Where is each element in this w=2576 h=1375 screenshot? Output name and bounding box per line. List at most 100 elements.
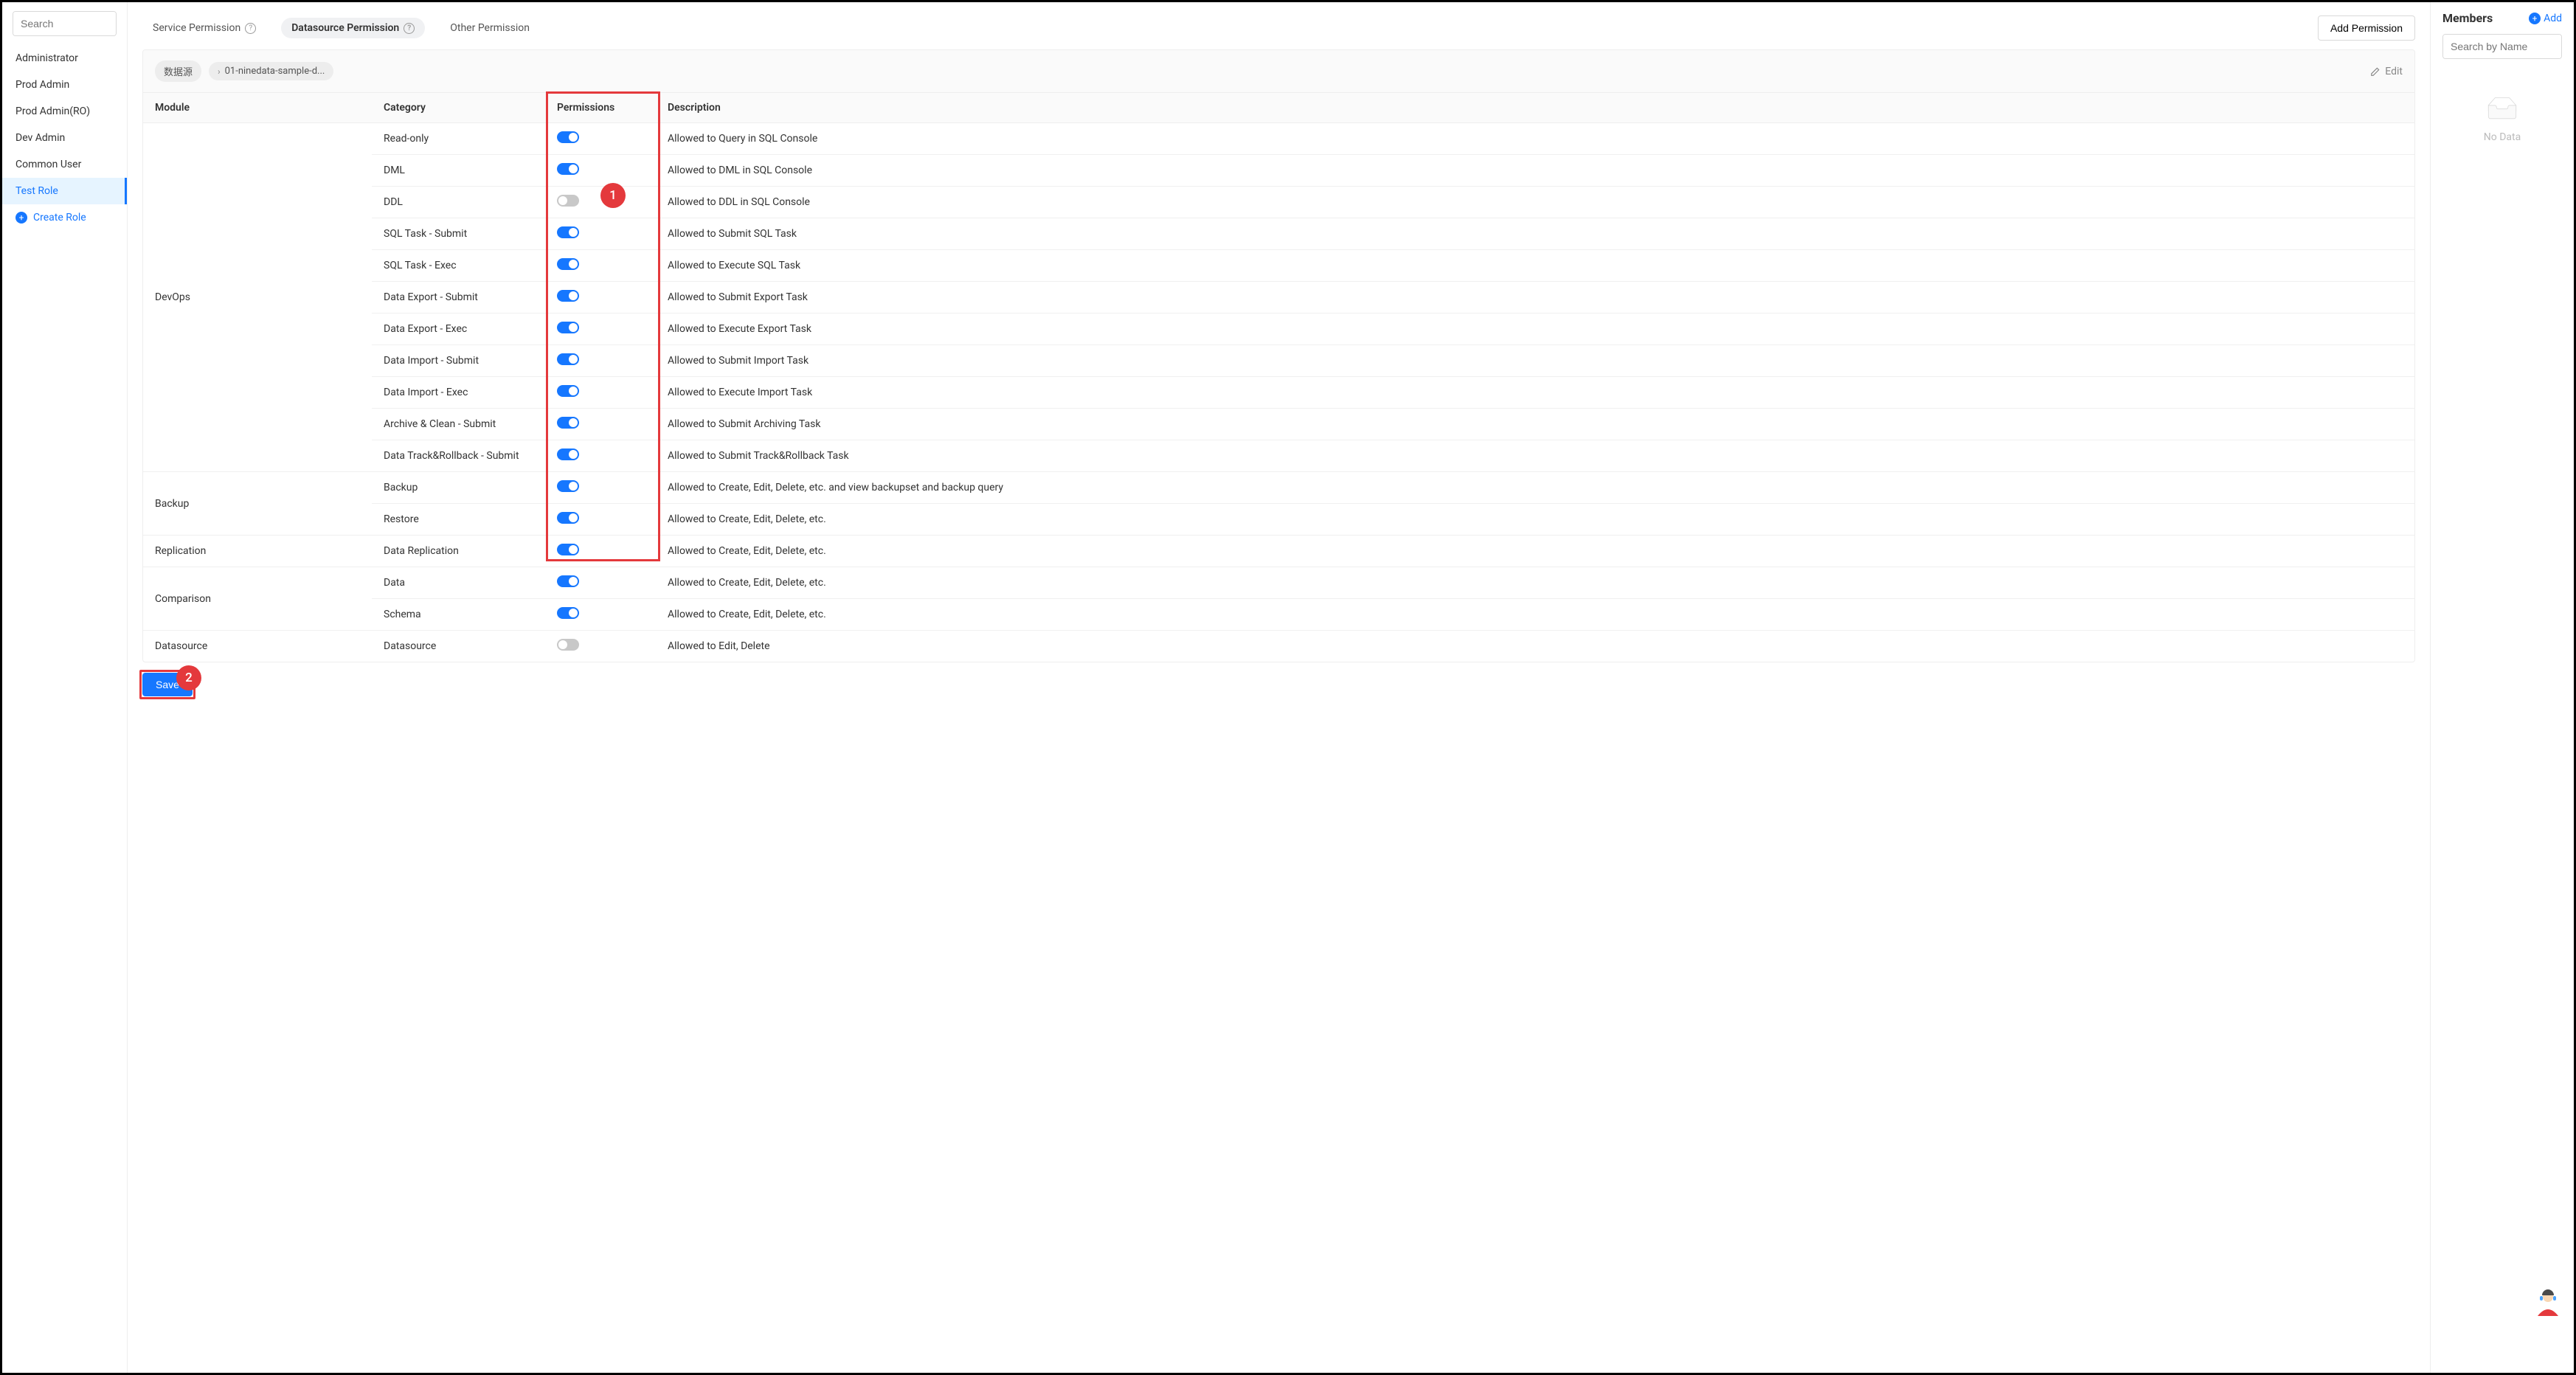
permission-toggle[interactable] [557, 448, 579, 460]
tab-other-permission[interactable]: Other Permission [440, 18, 540, 38]
tab-service-permission[interactable]: Service Permission? [142, 18, 266, 38]
help-icon: ? [404, 23, 415, 34]
cell-permission [545, 282, 656, 314]
sidebar-item-role[interactable]: Test Role [2, 178, 127, 204]
cell-permission [545, 631, 656, 662]
permission-toggle[interactable] [557, 163, 579, 175]
permission-toggle[interactable] [557, 226, 579, 238]
cell-module: Backup [143, 472, 372, 536]
cell-description: Allowed to Submit Export Task [656, 282, 2414, 314]
card-header: 数据源 › 01-ninedata-sample-d... Edit [143, 50, 2414, 93]
role-list: AdministratorProd AdminProd Admin(RO)Dev… [2, 45, 127, 204]
table-row: SQL Task - ExecAllowed to Execute SQL Ta… [143, 250, 2414, 282]
permission-toggle[interactable] [557, 131, 579, 143]
chevron-right-icon: › [218, 66, 221, 77]
permission-toggle[interactable] [557, 544, 579, 555]
cell-permission [545, 409, 656, 440]
permission-toggle[interactable] [557, 353, 579, 365]
cell-description: Allowed to Execute Export Task [656, 314, 2414, 345]
breadcrumb-chips: 数据源 › 01-ninedata-sample-d... [155, 60, 333, 82]
cell-permission [545, 440, 656, 472]
cell-category: Read-only [372, 123, 545, 155]
cell-description: Allowed to Query in SQL Console [656, 123, 2414, 155]
table-row: DevOpsRead-onlyAllowed to Query in SQL C… [143, 123, 2414, 155]
cell-module: Replication [143, 536, 372, 567]
table-row: RestoreAllowed to Create, Edit, Delete, … [143, 504, 2414, 536]
table-row: SchemaAllowed to Create, Edit, Delete, e… [143, 599, 2414, 631]
cell-permission [545, 504, 656, 536]
table-row: DDLAllowed to DDL in SQL Console [143, 187, 2414, 218]
table-row: Archive & Clean - SubmitAllowed to Submi… [143, 409, 2414, 440]
th-description: Description [656, 93, 2414, 123]
th-permissions: Permissions [545, 93, 656, 123]
member-search-input[interactable] [2443, 35, 2562, 58]
cell-description: Allowed to Create, Edit, Delete, etc. [656, 599, 2414, 631]
permission-toggle[interactable] [557, 290, 579, 302]
table-row: Data Track&Rollback - SubmitAllowed to S… [143, 440, 2414, 472]
permission-toggle[interactable] [557, 258, 579, 270]
member-search [2442, 34, 2562, 59]
plus-icon: + [2529, 13, 2541, 24]
edit-button[interactable]: Edit [2370, 66, 2403, 77]
tab-label: Datasource Permission [291, 22, 399, 34]
table-row: Data Export - ExecAllowed to Execute Exp… [143, 314, 2414, 345]
cell-permission [545, 345, 656, 377]
save-button[interactable]: Save [142, 673, 193, 696]
permission-toggle[interactable] [557, 480, 579, 492]
cell-category: Datasource [372, 631, 545, 662]
cell-permission [545, 218, 656, 250]
no-data: No Data [2442, 96, 2562, 143]
table-row: Data Import - ExecAllowed to Execute Imp… [143, 377, 2414, 409]
create-role-button[interactable]: + Create Role [2, 204, 127, 231]
cell-category: SQL Task - Submit [372, 218, 545, 250]
permission-card: 数据源 › 01-ninedata-sample-d... Edit Modul… [142, 49, 2415, 662]
cell-category: Data Import - Submit [372, 345, 545, 377]
add-member-button[interactable]: + Add [2529, 13, 2562, 24]
create-role-label: Create Role [33, 212, 86, 224]
table-row: ReplicationData ReplicationAllowed to Cr… [143, 536, 2414, 567]
permissions-table: Module Category Permissions Description … [143, 93, 2414, 662]
table-row: Data Export - Submit Allowed to Submit Ex… [143, 282, 2414, 314]
sidebar-item-role[interactable]: Dev Admin [2, 125, 127, 151]
chip-datasource-name[interactable]: › 01-ninedata-sample-d... [209, 62, 333, 80]
permission-toggle[interactable] [557, 385, 579, 397]
sidebar-item-role[interactable]: Common User [2, 151, 127, 178]
cell-description: Allowed to DDL in SQL Console [656, 187, 2414, 218]
cell-module: Datasource [143, 631, 372, 662]
table-row: DML Allowed to DML in SQL Console [143, 155, 2414, 187]
sidebar-item-role[interactable]: Prod Admin [2, 72, 127, 98]
sidebar-item-role[interactable]: Administrator [2, 45, 127, 72]
edit-icon [2370, 66, 2381, 77]
cell-description: Allowed to DML in SQL Console [656, 155, 2414, 187]
cell-category: Data Export - Submit [372, 282, 545, 314]
cell-category: DML [372, 155, 545, 187]
permission-toggle[interactable] [557, 195, 579, 207]
permission-toggle[interactable] [557, 575, 579, 587]
cell-permission [545, 472, 656, 504]
support-avatar-button[interactable] [2533, 1286, 2563, 1316]
plus-icon: + [15, 212, 27, 224]
permission-toggle[interactable] [557, 417, 579, 429]
members-panel: Members + Add No Data [2430, 2, 2574, 1373]
permission-toggle[interactable] [557, 322, 579, 333]
table-row: Data Import - Submit Allowed to Submit Im… [143, 345, 2414, 377]
cell-category: Data Import - Exec [372, 377, 545, 409]
cell-description: Allowed to Submit Archiving Task [656, 409, 2414, 440]
add-permission-button[interactable]: Add Permission [2318, 15, 2415, 41]
tab-label: Service Permission [153, 22, 240, 34]
cell-category: Backup [372, 472, 545, 504]
chip-datasource-type[interactable]: 数据源 [155, 60, 201, 82]
cell-description: Allowed to Submit Import Task [656, 345, 2414, 377]
cell-module: DevOps [143, 123, 372, 472]
sidebar-item-role[interactable]: Prod Admin(RO) [2, 98, 127, 125]
cell-description: Allowed to Edit, Delete [656, 631, 2414, 662]
tab-datasource-permission[interactable]: Datasource Permission? [281, 18, 425, 38]
cell-description: Allowed to Create, Edit, Delete, etc. an… [656, 472, 2414, 504]
role-search-input[interactable] [13, 12, 117, 35]
permission-toggle[interactable] [557, 512, 579, 524]
cell-permission [545, 187, 656, 218]
permission-toggle[interactable] [557, 639, 579, 651]
cell-description: Allowed to Create, Edit, Delete, etc. [656, 536, 2414, 567]
permission-toggle[interactable] [557, 607, 579, 619]
cell-permission [545, 377, 656, 409]
